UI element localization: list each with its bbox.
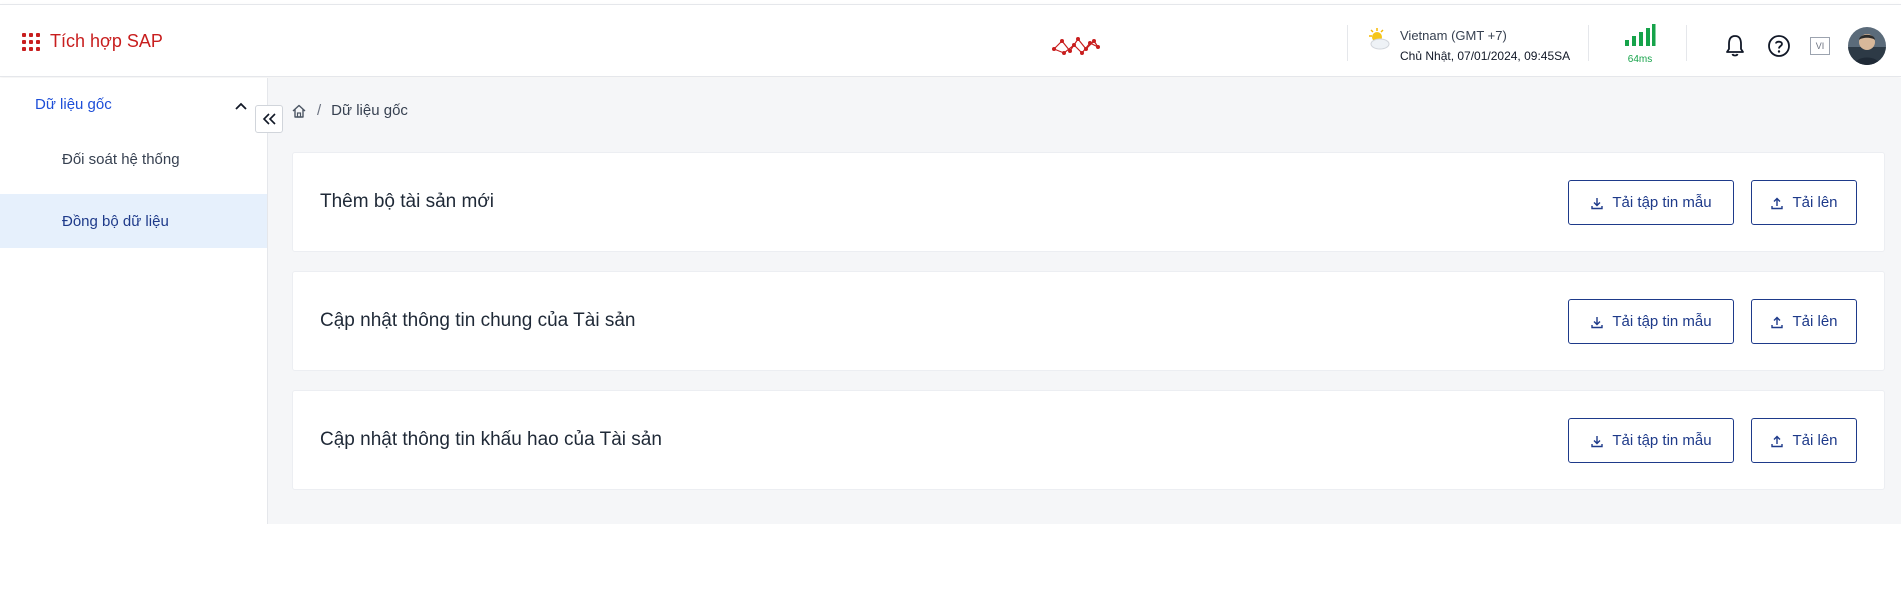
download-template-label: Tải tập tin mẫu [1612,313,1712,330]
apps-grid-icon [22,32,40,51]
download-template-label: Tải tập tin mẫu [1612,432,1712,449]
upload-label: Tải lên [1792,194,1838,211]
breadcrumb: / Dữ liệu gốc [291,102,408,119]
card-title: Cập nhật thông tin khấu hao của Tài sản [320,429,662,450]
download-icon [1591,316,1604,328]
upload-card: Cập nhật thông tin khấu hao của Tài sản … [292,390,1885,490]
app-menu-button[interactable]: Tích hợp SAP [22,31,163,52]
upload-button[interactable]: Tải lên [1751,180,1857,225]
divider [1347,25,1348,61]
latency-label: 64ms [1627,54,1653,65]
upload-icon [1771,197,1784,209]
sidebar-group-du-lieu-goc[interactable]: Dữ liệu gốc [35,96,112,113]
language-switch[interactable]: VI [1810,37,1830,55]
question-circle-icon [1768,35,1790,57]
top-bar: Tích hợp SAP Vietnam (GMT +7) Chủ Nhật, … [0,4,1901,77]
user-photo-icon [1848,27,1886,65]
collapse-sidebar-button[interactable] [255,105,283,133]
divider [1686,25,1687,61]
upload-icon [1771,316,1784,328]
upload-label: Tải lên [1792,313,1838,330]
download-icon [1591,197,1604,209]
download-template-label: Tải tập tin mẫu [1612,194,1712,211]
network-logo-icon [1052,37,1100,55]
weather-widget: Vietnam (GMT +7) Chủ Nhật, 07/01/2024, 0… [1366,27,1570,65]
home-icon[interactable] [291,103,307,119]
card-title: Cập nhật thông tin chung của Tài sản [320,310,636,331]
network-status: 64ms [1620,23,1660,65]
weather-datetime: Chủ Nhật, 07/01/2024, 09:45SA [1400,49,1571,63]
sidebar-item-dong-bo-du-lieu[interactable]: Đồng bộ dữ liệu [0,194,267,248]
upload-button[interactable]: Tải lên [1751,299,1857,344]
sidebar: Dữ liệu gốc Đối soát hệ thống Đồng bộ dữ… [0,78,268,524]
help-button[interactable] [1766,33,1792,59]
breadcrumb-current: Dữ liệu gốc [331,102,408,119]
breadcrumb-separator: / [317,102,322,119]
bell-icon [1726,35,1744,57]
avatar[interactable] [1848,27,1886,65]
download-template-button[interactable]: Tải tập tin mẫu [1568,180,1734,225]
upload-button[interactable]: Tải lên [1751,418,1857,463]
divider [1588,25,1589,61]
upload-label: Tải lên [1792,432,1838,449]
signal-strength-icon [1625,24,1656,46]
download-template-button[interactable]: Tải tập tin mẫu [1568,418,1734,463]
upload-icon [1771,435,1784,447]
double-chevron-left-icon [262,113,276,125]
download-template-button[interactable]: Tải tập tin mẫu [1568,299,1734,344]
upload-card: Cập nhật thông tin chung của Tài sản Tải… [292,271,1885,371]
sidebar-item-doi-soat-he-thong[interactable]: Đối soát hệ thống [0,132,267,186]
card-title: Thêm bộ tài sản mới [320,191,495,212]
partly-sunny-icon [1369,28,1390,50]
weather-location: Vietnam (GMT +7) [1400,28,1507,43]
download-icon [1591,435,1604,447]
notification-button[interactable] [1722,33,1748,59]
main-content: / Dữ liệu gốc Thêm bộ tài sản mới Tải tậ… [268,78,1901,524]
upload-card: Thêm bộ tài sản mới Tải tập tin mẫu Tải … [292,152,1885,252]
app-title: Tích hợp SAP [50,31,163,51]
chevron-up-icon[interactable] [234,98,248,116]
